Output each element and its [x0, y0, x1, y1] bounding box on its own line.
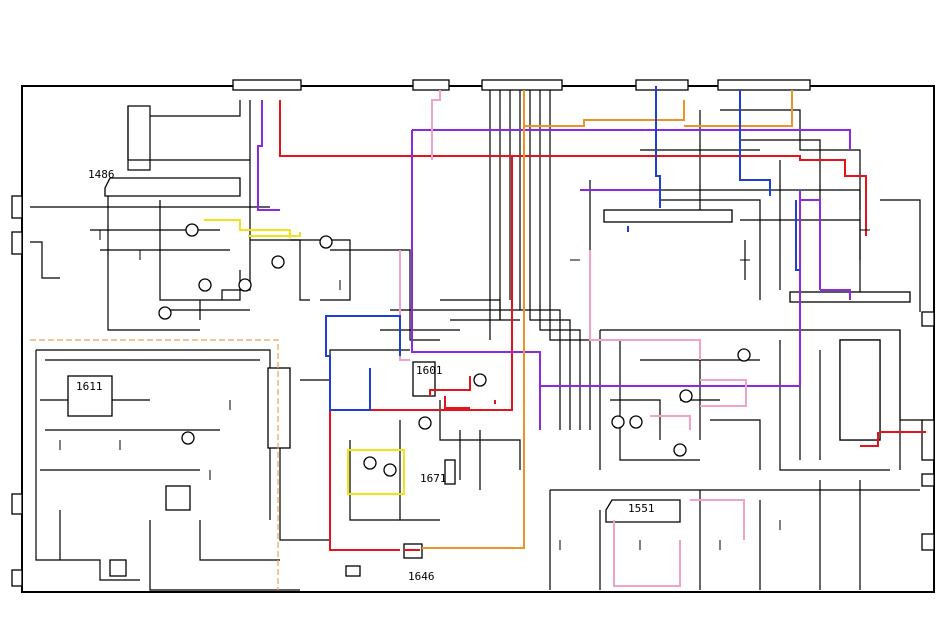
ic-connector-strip	[603, 209, 733, 223]
label-ic-1671: 1671	[420, 472, 447, 485]
ic-1671	[444, 459, 456, 485]
connector-top-2	[412, 79, 450, 91]
board-outline	[21, 85, 935, 593]
label-ic-1551: 1551	[628, 502, 655, 515]
connector-top-5	[717, 79, 811, 91]
label-ic-1601: 1601	[416, 364, 443, 377]
connector-top-4	[635, 79, 689, 91]
connector-block-mid-left	[267, 367, 291, 449]
schematic-diagram: 1486 1611 1601 1671 1551 1646	[11, 79, 935, 593]
connector-left-4	[11, 569, 23, 587]
highlight-traces	[204, 86, 926, 587]
connector-left-1	[11, 195, 23, 219]
connector-left-3	[11, 493, 23, 515]
connector-right-1	[921, 311, 935, 327]
connector-top-1	[232, 79, 302, 91]
small-component-2	[345, 565, 361, 577]
connector-right-2	[921, 419, 935, 461]
ic-blocks	[67, 177, 911, 577]
black-traces	[30, 90, 922, 591]
connector-top-3	[481, 79, 563, 91]
connector-right-3	[921, 473, 935, 487]
ic-1486	[104, 177, 241, 197]
label-ic-1486: 1486	[88, 168, 115, 181]
label-ic-1611: 1611	[76, 380, 103, 393]
ic-right-block	[839, 339, 881, 441]
connector-left-2	[11, 231, 23, 255]
dashed-region-outline	[30, 339, 279, 590]
left-connectors	[11, 195, 23, 587]
small-component	[109, 559, 127, 577]
bridge-rectifier	[165, 485, 191, 511]
connector-right-4	[921, 533, 935, 551]
label-ic-1646: 1646	[408, 570, 435, 583]
